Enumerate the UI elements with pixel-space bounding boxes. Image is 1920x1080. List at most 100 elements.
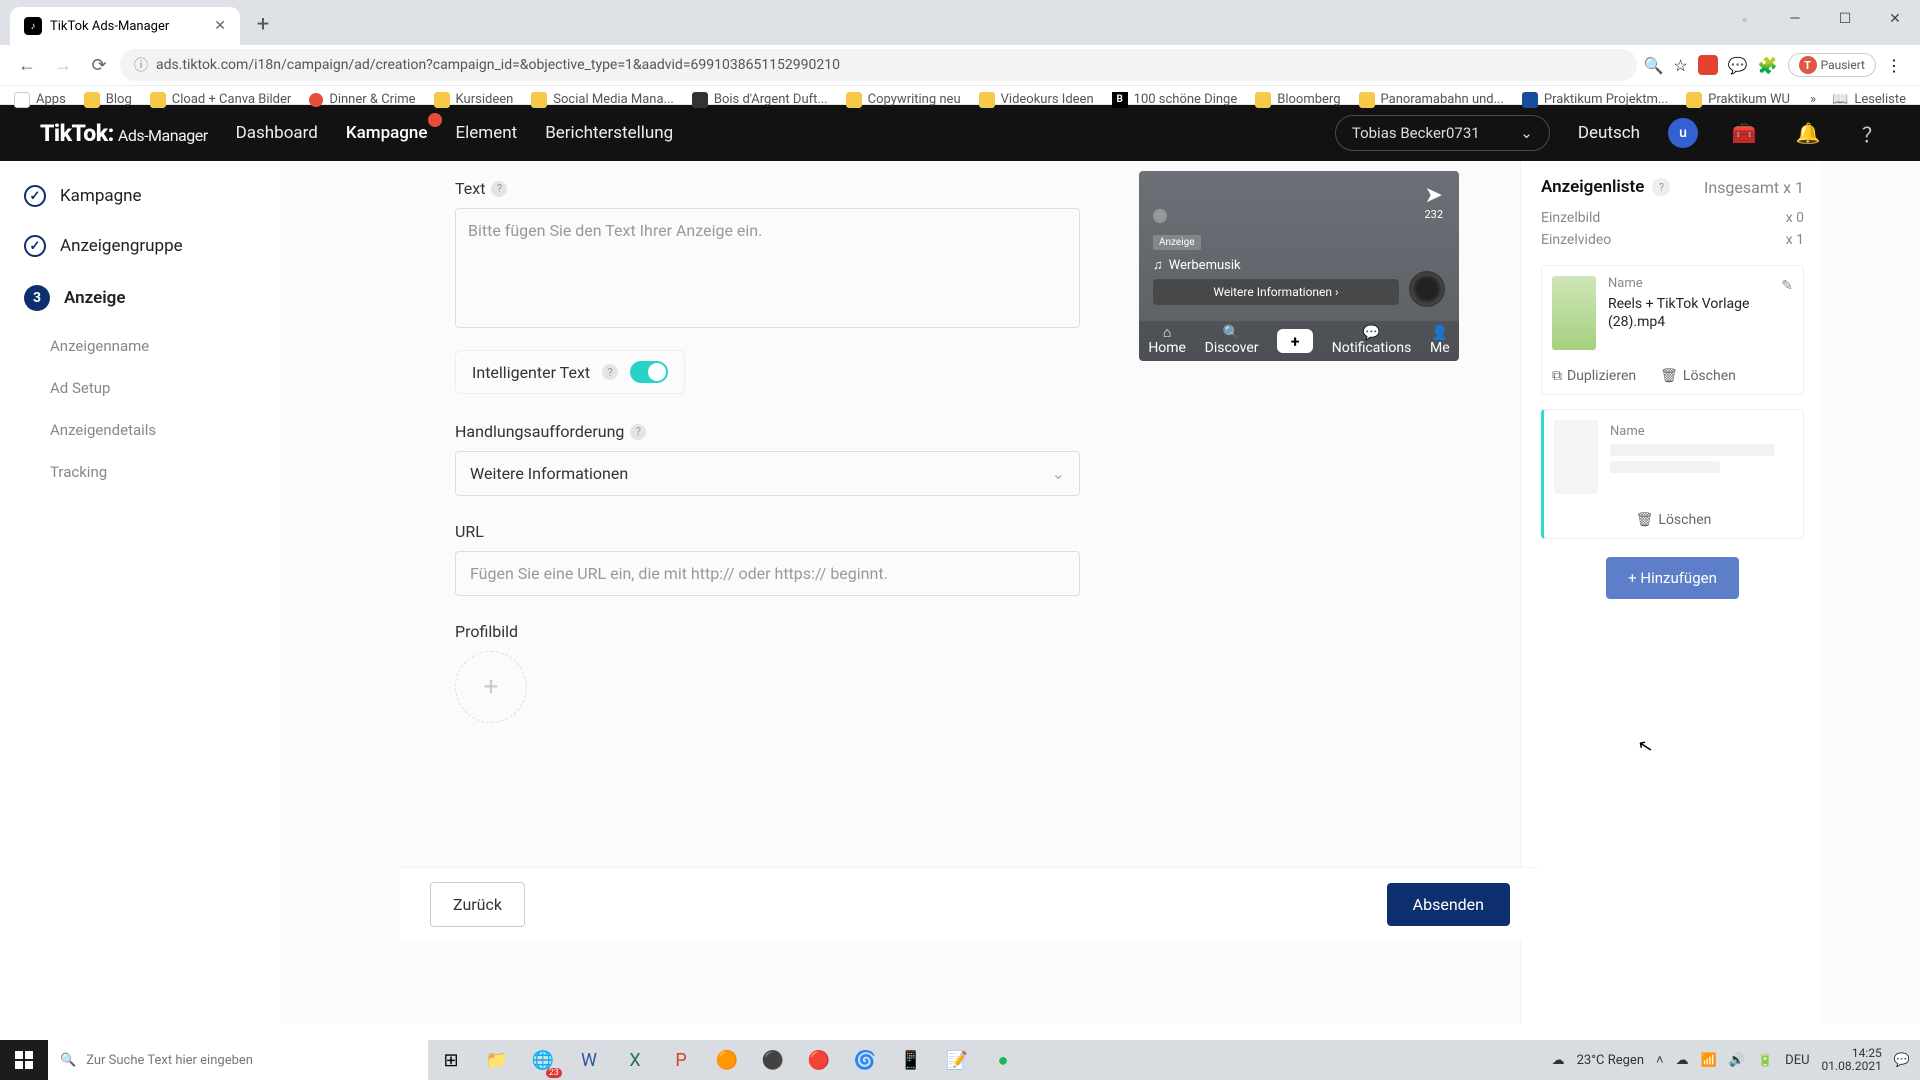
bookmark-star-icon[interactable]: ☆ xyxy=(1673,56,1687,75)
extension-chat-icon[interactable]: 💬 xyxy=(1728,56,1748,75)
step-kampagne[interactable]: Kampagne xyxy=(0,171,280,221)
taskview-icon[interactable]: ⊞ xyxy=(428,1040,474,1080)
edge2-icon[interactable]: 🌀 xyxy=(842,1040,888,1080)
smart-text-toggle[interactable]: Intelligenter Text ? xyxy=(455,350,685,394)
close-tab-icon[interactable]: ✕ xyxy=(214,18,226,34)
obs-icon[interactable]: ⚫ xyxy=(750,1040,796,1080)
browser-chrome: ♪ TikTok Ads-Manager ✕ + ◦ — ☐ ✕ ← → ⟳ ⓘ… xyxy=(0,0,1920,105)
submit-button[interactable]: Absenden xyxy=(1387,883,1510,926)
nav-bericht[interactable]: Berichterstellung xyxy=(545,123,673,143)
minimize-icon[interactable]: — xyxy=(1770,0,1820,38)
taskbar-search[interactable]: 🔍Zur Suche Text hier eingeben xyxy=(48,1040,428,1080)
chrome-menu-icon[interactable]: ⋮ xyxy=(1886,56,1902,75)
start-button[interactable] xyxy=(0,1040,48,1080)
notification-center-icon[interactable]: 💬 xyxy=(1894,1053,1910,1068)
bookmark-praktikum-wu[interactable]: Praktikum WU xyxy=(1686,92,1790,108)
clock[interactable]: 14:2501.08.2021 xyxy=(1822,1047,1882,1073)
substep-tracking[interactable]: Tracking xyxy=(0,451,280,493)
bookmark-bloomberg[interactable]: Bloomberg xyxy=(1255,92,1340,108)
bookmark-kurs[interactable]: Kursideen xyxy=(434,92,514,108)
url-field[interactable]: ⓘ ads.tiktok.com/i18n/campaign/ad/creati… xyxy=(120,49,1637,81)
new-tab-button[interactable]: + xyxy=(248,9,278,39)
step-anzeige[interactable]: 3Anzeige xyxy=(0,271,280,325)
cta-select[interactable]: Weitere Informationen ⌄ xyxy=(455,451,1080,496)
app2-icon[interactable]: 📱 xyxy=(888,1040,934,1080)
bookmarks-more-icon[interactable]: » xyxy=(1810,92,1816,107)
ad-card[interactable]: Name ✎ Reels + TikTok Vorlage (28).mp4 ⧉… xyxy=(1541,265,1804,395)
reload-icon[interactable]: ⟳ xyxy=(84,50,114,80)
onedrive-icon[interactable]: ☁ xyxy=(1676,1053,1689,1068)
add-profile-image[interactable]: + xyxy=(455,651,527,723)
browser-tab[interactable]: ♪ TikTok Ads-Manager ✕ xyxy=(10,7,240,45)
bookmark-social[interactable]: Social Media Mana... xyxy=(531,92,674,108)
lang-indicator[interactable]: DEU xyxy=(1785,1053,1809,1068)
bookmark-video[interactable]: Videokurs Ideen xyxy=(979,92,1094,108)
delete-button[interactable]: 🗑Löschen xyxy=(1660,368,1736,384)
reading-list[interactable]: 📖Leseliste xyxy=(1832,92,1906,107)
help-icon[interactable]: ? xyxy=(630,424,646,440)
site-info-icon[interactable]: ⓘ xyxy=(134,55,148,75)
extension-todoist-icon[interactable] xyxy=(1698,55,1718,75)
url-input[interactable]: Fügen Sie eine URL ein, die mit http:// … xyxy=(455,551,1080,596)
explorer-icon[interactable]: 📁 xyxy=(474,1040,520,1080)
notepad-icon[interactable]: 📝 xyxy=(934,1040,980,1080)
nav-dashboard[interactable]: Dashboard xyxy=(236,123,318,143)
excel-icon[interactable]: X xyxy=(612,1040,658,1080)
back-button[interactable]: Zurück xyxy=(430,882,525,927)
lang-switch[interactable]: Deutsch xyxy=(1578,123,1640,143)
help-icon[interactable]: ? xyxy=(602,364,618,380)
add-ad-button[interactable]: + Hinzufügen xyxy=(1606,557,1739,599)
briefcase-icon[interactable]: 🧰 xyxy=(1726,115,1762,151)
bookmark-cload[interactable]: Cload + Canva Bilder xyxy=(150,92,292,108)
bookmark-bois[interactable]: Bois d'Argent Duft... xyxy=(692,92,828,108)
bookmark-praktikum-p[interactable]: Praktikum Projektm... xyxy=(1522,92,1668,108)
nav-element[interactable]: Element xyxy=(456,123,518,143)
maximize-icon[interactable]: ☐ xyxy=(1820,0,1870,38)
weather-text[interactable]: 23°C Regen xyxy=(1577,1053,1644,1068)
help-icon[interactable]: ? xyxy=(491,181,507,197)
extensions-icon[interactable]: 🧩 xyxy=(1758,56,1778,75)
account-dropdown[interactable]: Tobias Becker0731 ⌄ xyxy=(1335,115,1550,151)
spotify-icon[interactable]: ● xyxy=(980,1040,1026,1080)
share-icon: ➤232 xyxy=(1424,183,1443,221)
edit-icon[interactable]: ✎ xyxy=(1781,278,1793,294)
user-tabs-icon[interactable]: ◦ xyxy=(1720,0,1770,38)
profile-chip[interactable]: T Pausiert xyxy=(1788,53,1876,77)
app-icon[interactable]: 🟠 xyxy=(704,1040,750,1080)
close-window-icon[interactable]: ✕ xyxy=(1870,0,1920,38)
ad-card-placeholder[interactable]: Name 🗑Löschen xyxy=(1541,409,1804,539)
volume-icon[interactable]: 🔊 xyxy=(1729,1053,1745,1068)
bell-icon[interactable]: 🔔 xyxy=(1790,115,1826,151)
weather-icon[interactable]: ☁ xyxy=(1552,1053,1565,1068)
substep-anzeigenname[interactable]: Anzeigenname xyxy=(0,325,280,367)
bookmark-100[interactable]: B100 schöne Dinge xyxy=(1112,92,1238,108)
back-icon[interactable]: ← xyxy=(12,50,42,80)
substep-anzeigendetails[interactable]: Anzeigendetails xyxy=(0,409,280,451)
step-anzeigengruppe[interactable]: Anzeigengruppe xyxy=(0,221,280,271)
powerpoint-icon[interactable]: P xyxy=(658,1040,704,1080)
help-icon[interactable]: ？ xyxy=(1854,115,1890,151)
chrome-icon[interactable]: 🔴 xyxy=(796,1040,842,1080)
user-avatar[interactable]: u xyxy=(1668,118,1698,148)
bookmark-copy[interactable]: Copywriting neu xyxy=(846,92,961,108)
word-icon[interactable]: W xyxy=(566,1040,612,1080)
help-icon[interactable]: ? xyxy=(1652,178,1670,196)
forward-icon[interactable]: → xyxy=(48,50,78,80)
duplicate-button[interactable]: ⧉Duplizieren xyxy=(1552,368,1636,384)
delete-button[interactable]: 🗑Löschen xyxy=(1636,512,1712,528)
toggle-switch[interactable] xyxy=(630,361,668,383)
bookmark-apps[interactable]: Apps xyxy=(14,92,66,108)
music-note-icon: ♫ xyxy=(1153,257,1163,273)
ad-text-input[interactable]: Bitte fügen Sie den Text Ihrer Anzeige e… xyxy=(455,208,1080,328)
wifi-icon[interactable]: 📶 xyxy=(1701,1053,1717,1068)
battery-icon[interactable]: 🔋 xyxy=(1757,1053,1773,1068)
substep-adsetup[interactable]: Ad Setup xyxy=(0,367,280,409)
edge-icon[interactable]: 🌐23 xyxy=(520,1040,566,1080)
tiktok-logo[interactable]: TikTok: Ads-Manager xyxy=(40,120,208,147)
bookmark-blog[interactable]: Blog xyxy=(84,92,132,108)
tray-up-icon[interactable]: ˄ xyxy=(1656,1052,1664,1068)
nav-kampagne[interactable]: Kampagne xyxy=(346,123,428,143)
zoom-icon[interactable]: 🔍 xyxy=(1643,56,1663,75)
bookmark-dinner[interactable]: Dinner & Crime xyxy=(309,92,415,107)
bookmark-panorama[interactable]: Panoramabahn und... xyxy=(1359,92,1504,108)
